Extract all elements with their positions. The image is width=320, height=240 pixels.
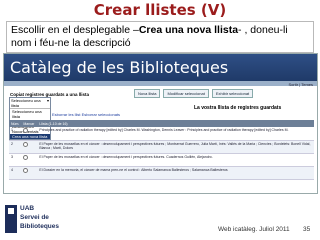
- slide-footer: Web icatàleg. Juliol 2011: [218, 226, 290, 233]
- catalog-title: Catàleg de les Biblioteques: [10, 58, 229, 77]
- uab-logo: UAB Servei de Biblioteques: [5, 203, 59, 235]
- dropdown-option[interactable]: Seleccioneu una llista: [10, 109, 50, 119]
- record-link[interactable]: El Paper de les mossellas en el càncer :…: [37, 153, 314, 167]
- page-number: 35: [303, 226, 311, 233]
- row-checkbox[interactable]: [21, 127, 38, 141]
- slide-title: Crear llistes (V): [93, 1, 227, 19]
- row-number: 1: [9, 127, 22, 141]
- saved-list-heading: La vostra llista de registres guardats: [194, 105, 282, 111]
- row-checkbox[interactable]: [21, 166, 38, 180]
- chevron-down-icon[interactable]: ▾: [47, 98, 49, 103]
- row-checkbox[interactable]: [21, 140, 38, 154]
- banner-stripe: [4, 81, 317, 86]
- logo-line: Biblioteques: [20, 223, 60, 230]
- column-header-list: Llista (1-10 de 16): [37, 120, 314, 127]
- uab-logo-mark: [5, 205, 17, 233]
- mark-checkbox[interactable]: [23, 167, 29, 173]
- row-number: 4: [9, 166, 22, 180]
- row-checkbox[interactable]: [21, 153, 38, 167]
- new-list-button[interactable]: Nova llista: [134, 89, 161, 98]
- row-number: 2: [9, 140, 22, 154]
- logo-line: UAB: [20, 205, 35, 212]
- mark-checkbox[interactable]: [23, 128, 29, 133]
- column-header-num: Núm.: [9, 120, 22, 127]
- column-header-mark: Marcar: [21, 120, 38, 127]
- show-selected-button[interactable]: Exhibir seleccionat: [211, 89, 254, 98]
- banner-links[interactable]: Sortir | Temes: [288, 82, 313, 87]
- saved-records-table: Núm. Marcar Llista (1-10 de 16) 1 Princi…: [9, 120, 314, 180]
- delete-lists-links[interactable]: Esborrar les llist Esborrar seleccionats: [52, 112, 120, 117]
- table-row: 1 Principles and practice of radiation t…: [9, 127, 314, 141]
- record-link[interactable]: Principles and practice of radiation the…: [37, 127, 314, 141]
- record-link[interactable]: El Dossier en la memoria, el càncer de m…: [37, 166, 314, 180]
- catalog-banner: Catàleg de les Biblioteques: [4, 54, 317, 81]
- list-toolbar: Nova llista Modificar seleccionat Exhibi…: [134, 89, 254, 98]
- record-link[interactable]: El Paper de les mossellas en el càncer :…: [37, 140, 314, 154]
- row-number: 3: [9, 153, 22, 167]
- table-row: 4 El Dossier en la memoria, el càncer de…: [9, 166, 314, 180]
- mark-checkbox[interactable]: [23, 154, 29, 160]
- table-row: 2 El Paper de les mossellas en el càncer…: [9, 140, 314, 154]
- instruction-box: Escollir en el desplegable –Crea una nov…: [6, 21, 314, 53]
- table-row: 3 El Paper de les mossellas en el càncer…: [9, 153, 314, 167]
- dropdown-current-value[interactable]: Seleccioneu una llista: [10, 98, 50, 109]
- logo-line: Servei de: [20, 214, 49, 221]
- catalog-screenshot: Catàleg de les Biblioteques Sortir | Tem…: [3, 53, 318, 194]
- modify-selected-button[interactable]: Modificar seleccionat: [163, 89, 209, 98]
- instruction-text-pre: Escollir en el desplegable –: [11, 24, 139, 36]
- instruction-text-bold: Crea una nova llista: [138, 24, 239, 36]
- mark-checkbox[interactable]: [23, 141, 29, 147]
- uab-logo-text: UAB Servei de Biblioteques: [20, 204, 59, 231]
